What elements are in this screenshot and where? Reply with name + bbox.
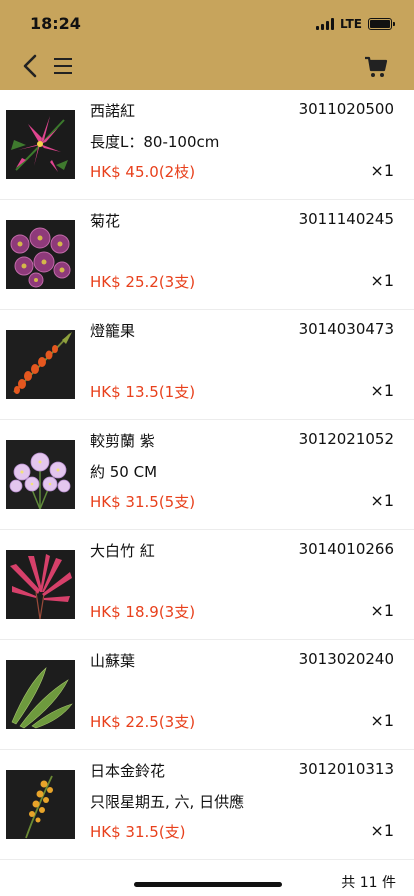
- fern-leaves-image: [6, 660, 75, 729]
- item-code: 3012021052: [298, 430, 394, 448]
- cart-icon[interactable]: [364, 55, 388, 79]
- cart-item-list: 西諾紅 3011020500 長度L：80-100cm HK$ 45.0(2枝)…: [0, 90, 414, 860]
- item-code: 3012010313: [298, 760, 394, 778]
- item-price: HK$ 25.2(3支): [90, 273, 196, 291]
- item-code: 3014030473: [298, 320, 394, 338]
- item-description: 只限星期五, 六, 日供應: [90, 793, 245, 811]
- item-name: 燈籠果: [90, 322, 136, 340]
- item-price: HK$ 13.5(1支): [90, 383, 196, 401]
- battery-icon: [368, 18, 395, 30]
- item-name: 日本金鈴花: [90, 762, 166, 780]
- bell-flower-image: [6, 770, 75, 839]
- signal-icon: [315, 18, 334, 30]
- list-item[interactable]: 大白竹 紅 3014010266 HK$ 18.9(3支) ×1: [0, 530, 414, 640]
- list-item[interactable]: 較剪蘭 紫 3012021052 約 50 CM HK$ 31.5(5支) ×1: [0, 420, 414, 530]
- list-item[interactable]: 菊花 3011140245 HK$ 25.2(3支) ×1: [0, 200, 414, 310]
- item-price: HK$ 31.5(支): [90, 823, 186, 841]
- list-item[interactable]: 燈籠果 3014030473 HK$ 13.5(1支) ×1: [0, 310, 414, 420]
- item-name: 菊花: [90, 212, 121, 230]
- top-bar: 18:24 LTE: [0, 0, 414, 90]
- item-name: 大白竹 紅: [90, 542, 155, 560]
- lantern-fruit-image: [6, 330, 75, 399]
- item-price: HK$ 31.5(5支): [90, 493, 196, 511]
- item-quantity: ×1: [370, 381, 394, 400]
- chevron-left-icon[interactable]: [20, 54, 42, 78]
- pink-lily-image: [6, 110, 75, 179]
- item-name: 西諾紅: [90, 102, 136, 120]
- status-indicators: LTE: [315, 14, 395, 34]
- item-quantity: ×1: [370, 271, 394, 290]
- list-item[interactable]: 山蘇葉 3013020240 HK$ 22.5(3支) ×1: [0, 640, 414, 750]
- footer-bar: 共 11 件: [0, 868, 414, 896]
- item-name: 較剪蘭 紫: [90, 432, 155, 450]
- item-name: 山蘇葉: [90, 652, 136, 670]
- item-code: 3013020240: [298, 650, 394, 668]
- item-description: 長度L：80-100cm: [90, 133, 220, 151]
- item-description: 約 50 CM: [90, 463, 158, 481]
- item-quantity: ×1: [370, 161, 394, 180]
- item-price: HK$ 22.5(3支): [90, 713, 196, 731]
- item-quantity: ×1: [370, 601, 394, 620]
- item-price: HK$ 18.9(3支): [90, 603, 196, 621]
- item-quantity: ×1: [370, 491, 394, 510]
- item-price: HK$ 45.0(2枝): [90, 163, 196, 181]
- menu-icon[interactable]: [54, 58, 72, 74]
- item-quantity: ×1: [370, 711, 394, 730]
- item-code: 3014010266: [298, 540, 394, 558]
- lilac-flower-image: [6, 440, 75, 509]
- item-code: 3011020500: [298, 100, 394, 118]
- status-time: 18:24: [30, 14, 81, 33]
- chrysanthemum-image: [6, 220, 75, 289]
- red-cordyline-image: [6, 550, 75, 619]
- list-item[interactable]: 日本金鈴花 3012010313 只限星期五, 六, 日供應 HK$ 31.5(…: [0, 750, 414, 860]
- total-count: 共 11 件: [341, 875, 396, 891]
- network-label: LTE: [339, 17, 362, 31]
- list-item[interactable]: 西諾紅 3011020500 長度L：80-100cm HK$ 45.0(2枝)…: [0, 90, 414, 200]
- home-indicator[interactable]: [134, 882, 282, 887]
- item-code: 3011140245: [298, 210, 394, 228]
- item-quantity: ×1: [370, 821, 394, 840]
